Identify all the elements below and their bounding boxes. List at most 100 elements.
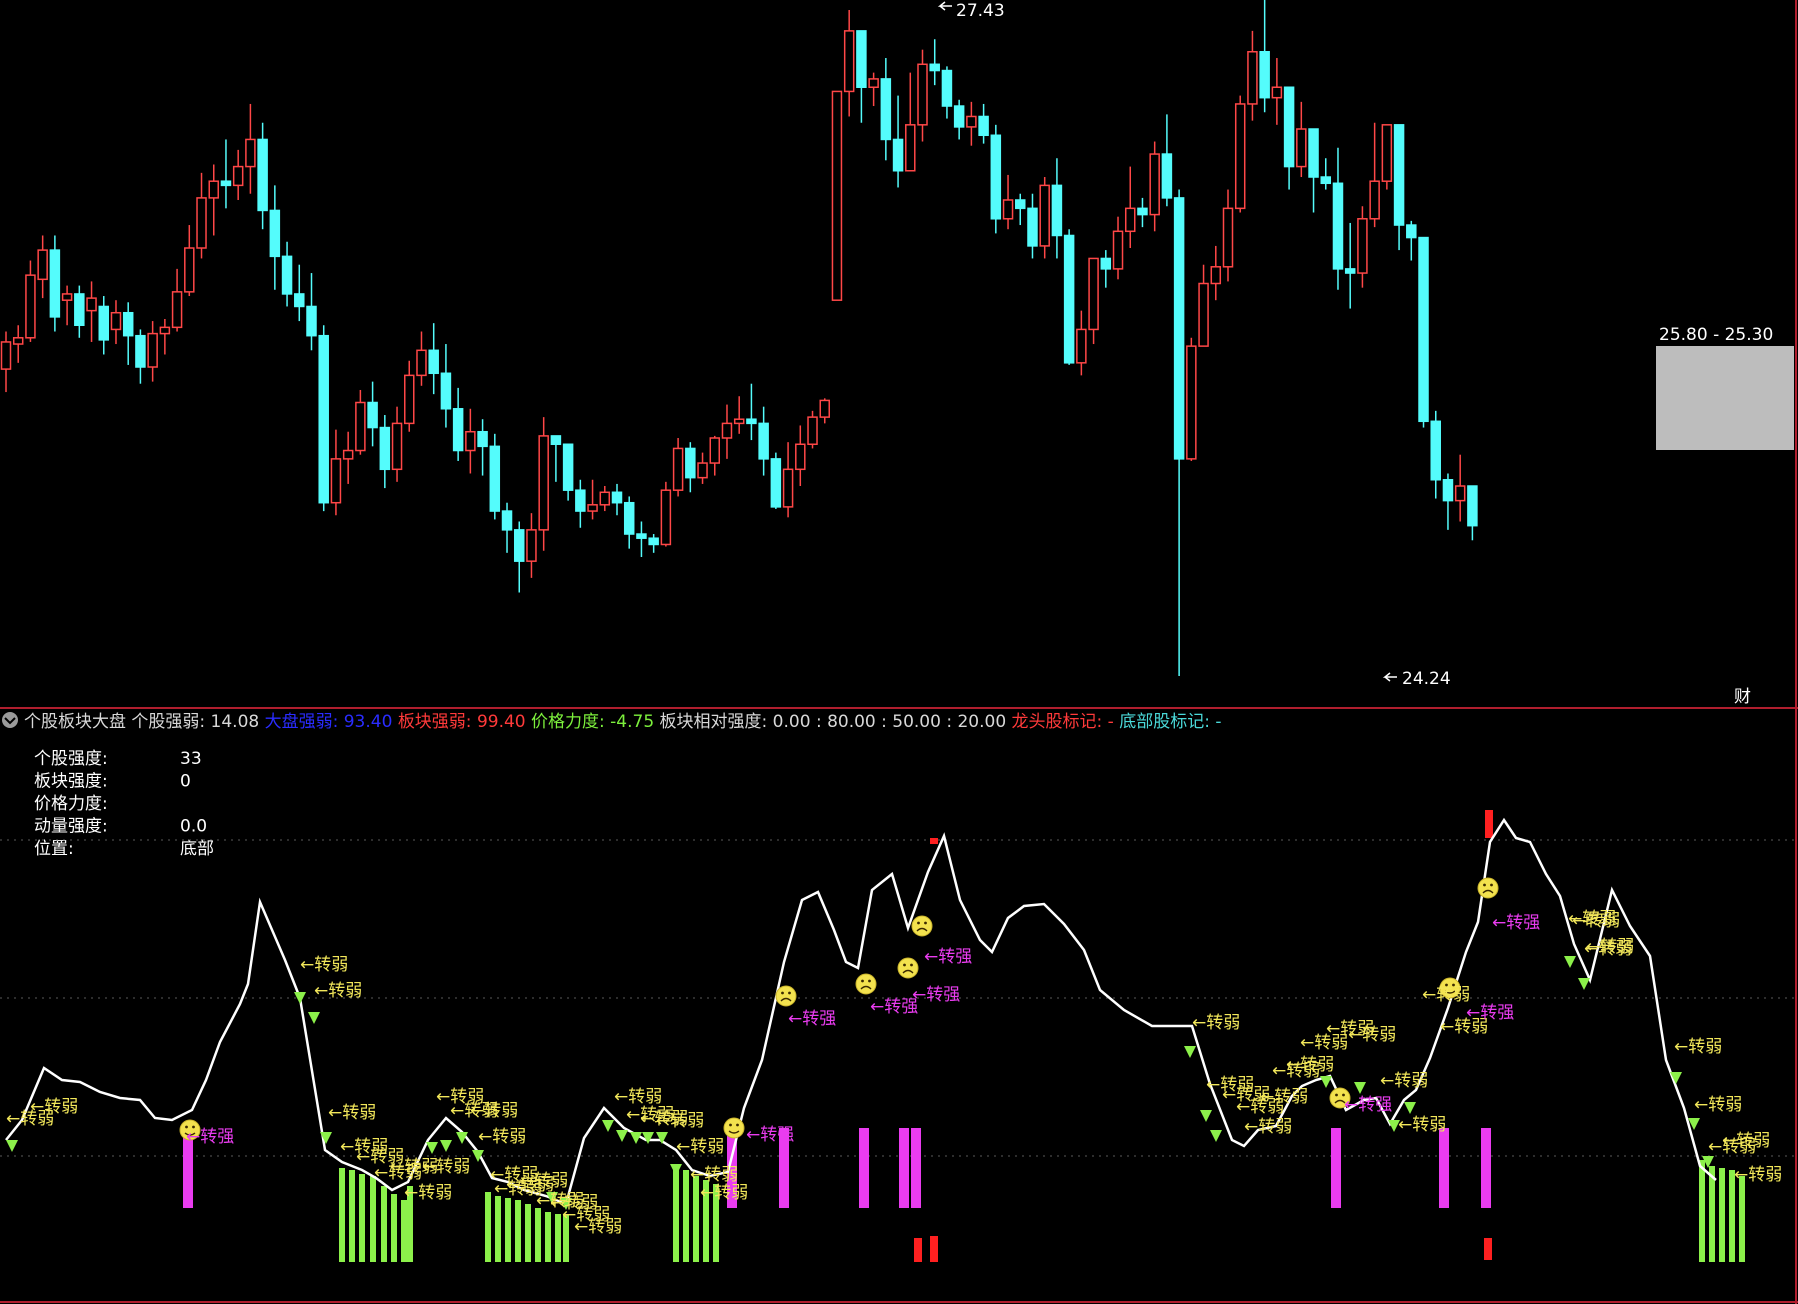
magenta-bar <box>859 1128 869 1208</box>
weak-signal-label: ←转弱 <box>314 981 362 1001</box>
green-bar <box>1699 1160 1705 1262</box>
candle-body <box>697 462 708 479</box>
header-item: 大盘强弱: 93.40 <box>265 712 398 732</box>
candle-body <box>1381 124 1393 182</box>
candle-body <box>953 105 965 128</box>
green-bar <box>1709 1166 1715 1262</box>
candle-body <box>501 510 513 531</box>
candle-body <box>1259 51 1270 99</box>
candle-body <box>941 69 953 107</box>
candle-body <box>25 274 36 339</box>
sad-face-icon <box>1477 877 1499 899</box>
candle-body <box>355 401 366 452</box>
candle-body <box>1320 176 1332 185</box>
candle-body <box>86 297 97 312</box>
weak-signal-label: ←转弱 <box>422 1157 470 1177</box>
candle-body <box>1393 124 1405 226</box>
candle-body <box>342 449 354 460</box>
candle-body <box>1051 184 1063 237</box>
info-value: 0 <box>180 772 191 792</box>
green-bar <box>673 1164 679 1262</box>
weak-signal-label: ←转弱 <box>1260 1087 1308 1107</box>
strong-signal-label: ←转强 <box>1344 1095 1392 1115</box>
candle <box>770 452 782 509</box>
candle-body <box>782 468 794 508</box>
finance-button[interactable]: 财 <box>1734 687 1751 707</box>
candle-body <box>1112 230 1124 270</box>
candle-body <box>721 422 733 439</box>
candle <box>831 90 843 301</box>
candle-body <box>1234 103 1246 210</box>
candle-body <box>880 78 892 141</box>
price-range-box[interactable] <box>1656 346 1794 450</box>
weak-signal-label: ←转弱 <box>1422 985 1470 1005</box>
green-bar <box>525 1204 531 1262</box>
candle-body <box>709 437 721 464</box>
weak-signal-label: ←转弱 <box>300 955 348 975</box>
face-eye <box>781 991 784 995</box>
green-bar <box>515 1200 521 1262</box>
candle-body <box>294 293 305 308</box>
magenta-bar <box>1439 1128 1449 1208</box>
indicator-header: 个股板块大盘 个股强弱: 14.08 大盘强弱: 93.40 板块强弱: 99.… <box>2 712 1221 732</box>
candle-body <box>733 418 745 425</box>
candle <box>990 124 1002 234</box>
weak-signal-label: ←转弱 <box>1244 1117 1292 1137</box>
strong-signal-label: ←转强 <box>924 947 972 967</box>
green-bar <box>1719 1168 1725 1262</box>
weak-signal-label: ←转弱 <box>1734 1165 1782 1185</box>
face-eye <box>1483 883 1486 887</box>
header-item: 底部股标记: - <box>1119 712 1221 732</box>
weak-signal-label: ←转弱 <box>1722 1131 1770 1151</box>
weak-signal-label: ←转弱 <box>614 1087 662 1107</box>
candle-body <box>477 430 488 448</box>
header-item: 板块强弱: 99.40 <box>398 712 531 732</box>
candle-body <box>1100 257 1112 270</box>
strong-signal-label: ←转强 <box>870 997 918 1017</box>
face-eye <box>868 979 871 983</box>
green-bar <box>535 1208 541 1262</box>
header-item: 价格力度: -4.75 <box>531 712 660 732</box>
candle-body <box>1088 257 1099 331</box>
red-bar <box>914 1238 922 1262</box>
weak-signal-label: ←转弱 <box>676 1137 724 1157</box>
candle-body <box>843 30 855 93</box>
green-bar <box>370 1176 376 1262</box>
candle-body <box>1442 478 1454 502</box>
candle-body <box>1222 207 1234 268</box>
candle <box>49 235 61 332</box>
green-bar <box>349 1170 355 1262</box>
candle-body <box>1430 420 1441 481</box>
candle-body <box>318 334 329 504</box>
candle-body <box>1406 224 1417 239</box>
sad-face-icon <box>855 973 877 995</box>
info-label: 板块强度: <box>34 772 108 792</box>
green-bar <box>555 1214 561 1262</box>
indicator-header-text: 个股板块大盘 个股强弱: 14.08 大盘强弱: 93.40 板块强弱: 99.… <box>24 712 1221 732</box>
candle-body <box>489 445 501 512</box>
stock-chart[interactable]: 27.43 24.24 25.80 - 25.30 财 个股板块大盘 个股强弱:… <box>0 0 1798 1304</box>
header-item: 龙头股标记: - <box>1012 712 1120 732</box>
candle-body <box>513 529 525 562</box>
weak-signal-label: ←转弱 <box>30 1097 78 1117</box>
indicator-name: 个股板块大盘 <box>24 712 131 732</box>
green-bar <box>401 1200 407 1262</box>
red-peak-marker <box>930 838 938 844</box>
candle-body <box>208 180 219 199</box>
candle-body <box>1467 485 1478 527</box>
weak-signal-label: ←转弱 <box>656 1111 704 1131</box>
face-eye <box>729 1123 732 1127</box>
candle-body <box>367 401 378 429</box>
candle-body <box>1198 282 1209 347</box>
low-price-label: 24.24 <box>1402 669 1451 689</box>
candle <box>318 325 329 512</box>
candle-body <box>1186 345 1197 460</box>
info-value: 0.0 <box>180 817 207 837</box>
candle-body <box>74 293 85 327</box>
candle-body <box>905 124 916 172</box>
candle-body <box>1296 128 1307 168</box>
candle-body <box>281 255 293 295</box>
face-circle <box>897 957 919 979</box>
green-bar <box>545 1212 551 1262</box>
collapse-icon[interactable] <box>2 712 18 728</box>
